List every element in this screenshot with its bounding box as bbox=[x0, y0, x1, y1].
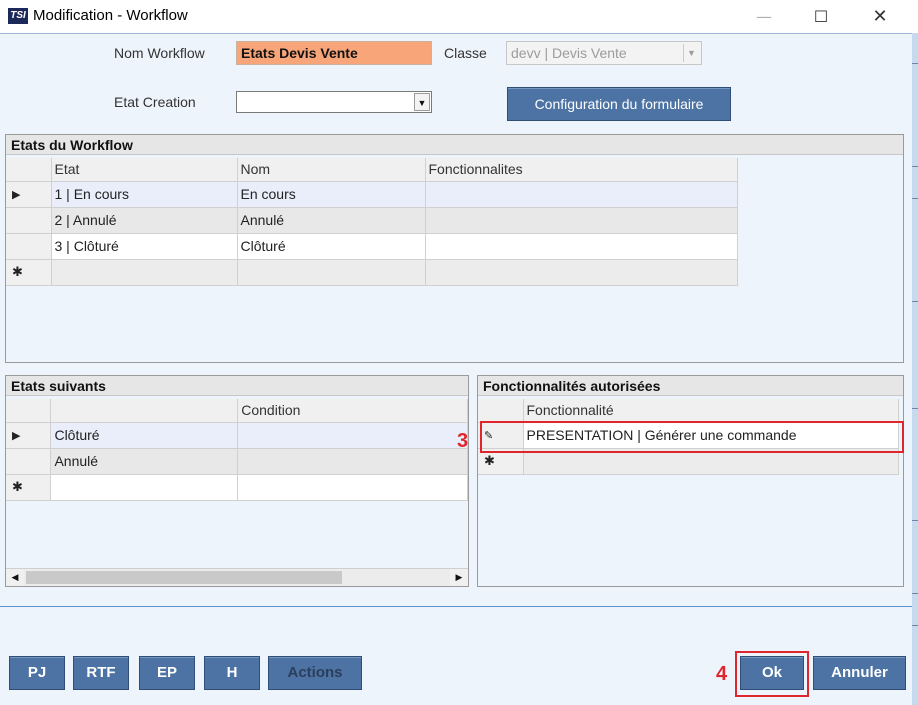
new-row-icon[interactable]: ✱ bbox=[6, 259, 52, 286]
footer-separator bbox=[0, 606, 912, 607]
etats-suivants-grid: Condition ▶ Clôturé Annulé ✱ bbox=[6, 399, 468, 501]
h-button[interactable]: H bbox=[204, 656, 260, 690]
etats-suivants-panel: Etats suivants Condition ▶ Clôturé Annul… bbox=[5, 375, 469, 587]
pj-button[interactable]: PJ bbox=[9, 656, 65, 690]
maximize-button[interactable]: ☐ bbox=[798, 0, 844, 33]
new-row-icon[interactable]: ✱ bbox=[6, 474, 52, 501]
column-header-condition[interactable]: Condition bbox=[237, 399, 468, 423]
configuration-formulaire-button[interactable]: Configuration du formulaire bbox=[507, 87, 731, 121]
ep-button[interactable]: EP bbox=[139, 656, 195, 690]
etats-workflow-panel: Etats du Workflow Etat Nom Fonctionnalit… bbox=[5, 134, 904, 363]
column-header-fonctionnalites[interactable]: Fonctionnalites bbox=[425, 158, 738, 182]
fonctionnalites-panel: Fonctionnalités autorisées Fonctionnalit… bbox=[477, 375, 904, 587]
scroll-left-icon[interactable]: ◀ bbox=[6, 569, 24, 586]
cell-etat[interactable]: 2 | Annulé bbox=[51, 207, 238, 234]
cell-etat[interactable]: 1 | En cours bbox=[51, 181, 238, 208]
cell-nom[interactable]: En cours bbox=[237, 181, 426, 208]
cell-nom[interactable]: Annulé bbox=[237, 207, 426, 234]
new-cell[interactable] bbox=[237, 259, 426, 286]
current-row-icon[interactable]: ▶ bbox=[6, 181, 52, 208]
table-row[interactable]: 3 | Clôturé Clôturé bbox=[6, 233, 738, 260]
window-title: Modification - Workflow bbox=[33, 7, 188, 24]
table-row[interactable]: Annulé bbox=[6, 448, 468, 475]
highlight-box-fonctionnalite bbox=[480, 421, 904, 453]
fonctionnalites-title: Fonctionnalités autorisées bbox=[478, 376, 903, 396]
classe-label: Classe bbox=[444, 45, 487, 61]
chevron-down-icon: ▼ bbox=[683, 44, 699, 62]
rtf-button[interactable]: RTF bbox=[73, 656, 129, 690]
etat-creation-select[interactable]: ▼ bbox=[236, 91, 432, 113]
cell-condition[interactable] bbox=[237, 422, 468, 449]
title-bar: TSI Modification - Workflow — ☐ ✕ bbox=[0, 0, 918, 33]
cell-nom[interactable]: Clôturé bbox=[237, 233, 426, 260]
classe-select[interactable]: devv | Devis Vente ▼ bbox=[506, 41, 702, 65]
cell-condition[interactable] bbox=[237, 448, 468, 475]
step-annotation-4: 4 bbox=[716, 663, 728, 685]
cell-fonctionnalites[interactable] bbox=[425, 233, 738, 260]
new-row[interactable]: ✱ bbox=[6, 474, 468, 501]
etats-workflow-title: Etats du Workflow bbox=[6, 135, 903, 155]
table-row[interactable]: 2 | Annulé Annulé bbox=[6, 207, 738, 234]
cell-fonctionnalites[interactable] bbox=[425, 207, 738, 234]
cell-fonctionnalites[interactable] bbox=[425, 181, 738, 208]
new-cell[interactable] bbox=[51, 259, 238, 286]
new-cell[interactable] bbox=[425, 259, 738, 286]
row-selector[interactable] bbox=[6, 233, 52, 260]
step-annotation-3: 3 bbox=[457, 430, 469, 452]
etats-workflow-grid: Etat Nom Fonctionnalites ▶ 1 | En cours … bbox=[6, 158, 738, 286]
minimize-button[interactable]: — bbox=[741, 0, 787, 33]
ok-button[interactable]: Ok bbox=[740, 656, 804, 690]
new-cell[interactable] bbox=[237, 474, 468, 501]
classe-value: devv | Devis Vente bbox=[511, 45, 627, 61]
nom-workflow-input[interactable]: Etats Devis Vente bbox=[236, 41, 432, 65]
app-logo-icon: TSI bbox=[8, 8, 28, 24]
cell-etat[interactable]: Clôturé bbox=[50, 422, 239, 449]
column-header-fonctionnalite[interactable]: Fonctionnalité bbox=[523, 399, 899, 423]
table-row[interactable]: ▶ Clôturé bbox=[6, 422, 468, 449]
nom-workflow-label: Nom Workflow bbox=[114, 45, 205, 61]
table-row[interactable]: ▶ 1 | En cours En cours bbox=[6, 181, 738, 208]
row-header-corner bbox=[6, 399, 52, 423]
scroll-right-icon[interactable]: ▶ bbox=[450, 569, 468, 586]
chevron-down-icon[interactable]: ▼ bbox=[414, 93, 430, 111]
close-button[interactable]: ✕ bbox=[857, 0, 903, 33]
horizontal-scrollbar[interactable]: ◀ ▶ bbox=[6, 568, 468, 586]
new-row[interactable]: ✱ bbox=[6, 259, 738, 286]
row-selector[interactable] bbox=[6, 448, 52, 475]
actions-button[interactable]: Actions bbox=[268, 656, 362, 690]
etat-creation-label: Etat Creation bbox=[114, 94, 196, 110]
row-selector[interactable] bbox=[6, 207, 52, 234]
new-cell[interactable] bbox=[50, 474, 239, 501]
column-header-etat[interactable] bbox=[50, 399, 239, 423]
row-header-corner bbox=[478, 399, 524, 423]
column-header-nom[interactable]: Nom bbox=[237, 158, 426, 182]
annuler-button[interactable]: Annuler bbox=[813, 656, 906, 690]
right-edge-strip bbox=[912, 33, 918, 705]
cell-etat[interactable]: Annulé bbox=[50, 448, 239, 475]
row-header-corner bbox=[6, 158, 52, 182]
cell-etat[interactable]: 3 | Clôturé bbox=[51, 233, 238, 260]
current-row-icon[interactable]: ▶ bbox=[6, 422, 52, 449]
etats-suivants-title: Etats suivants bbox=[6, 376, 468, 396]
column-header-etat[interactable]: Etat bbox=[51, 158, 238, 182]
scroll-thumb[interactable] bbox=[26, 571, 342, 584]
